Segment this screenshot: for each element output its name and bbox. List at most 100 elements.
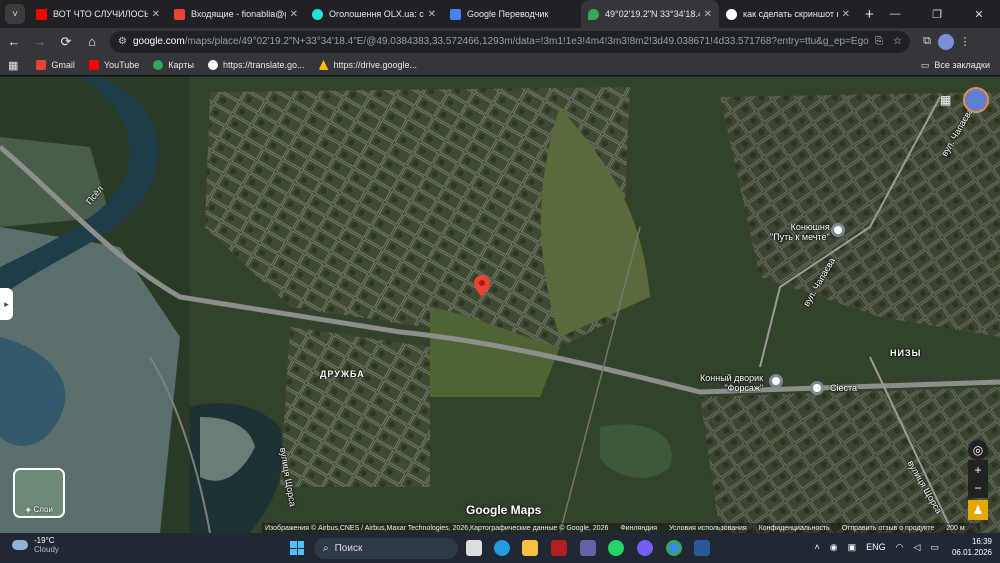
close-window-button[interactable]: ✕ xyxy=(958,0,1000,28)
url-text: google.com/maps/place/49°02'19.2"N+33°34… xyxy=(132,36,870,47)
scale-bar[interactable]: 200 м xyxy=(946,525,964,532)
google-apps-icon[interactable]: ▦ xyxy=(940,93,951,107)
address-bar[interactable]: ⚙ google.com/maps/place/49°02'19.2"N+33°… xyxy=(110,30,910,53)
windows-start-icon[interactable] xyxy=(290,541,304,555)
language-indicator[interactable]: ENG xyxy=(866,542,886,552)
search-icon: ⌕ xyxy=(323,543,329,554)
expand-side-panel-button[interactable]: ▸ xyxy=(0,288,13,320)
tab-title: Оголошення OLX.ua: серв xyxy=(329,9,424,19)
zoom-in-button[interactable]: + xyxy=(968,460,988,480)
tab-maps-active[interactable]: 49°02'19.2"N 33°34'18.4"E ✕ xyxy=(581,0,719,28)
task-view-icon[interactable] xyxy=(466,540,482,556)
bookmark-gmail[interactable]: Gmail xyxy=(36,60,75,70)
tab-translate[interactable]: Google Переводчик xyxy=(443,0,581,28)
poi-marker-siesta[interactable] xyxy=(810,381,824,395)
poi-marker-stable[interactable] xyxy=(831,223,845,237)
word-icon[interactable] xyxy=(694,540,710,556)
map-attribution-bar: Изображения © Airbus,CNES / Airbus,Maxar… xyxy=(262,523,980,533)
window-controls: — ❐ ✕ xyxy=(874,0,1000,28)
tray-app-icon[interactable]: ▣ xyxy=(848,542,857,553)
temperature: -19°C xyxy=(34,536,55,545)
close-tab-icon[interactable]: ✕ xyxy=(428,9,436,20)
tab-google-search[interactable]: как сделать скриншот на ✕ xyxy=(719,0,857,28)
layers-label: ◈ Слои xyxy=(25,505,53,514)
tab-strip: ˅ ВОТ ЧТО СЛУЧИЛОСЬ С Г ✕ Входящие - fio… xyxy=(0,0,1000,28)
close-tab-icon[interactable]: ✕ xyxy=(152,9,160,20)
extensions-icon[interactable]: ⧉ xyxy=(916,31,938,53)
close-tab-icon[interactable]: ✕ xyxy=(290,9,298,20)
media-app-icon[interactable] xyxy=(551,540,567,556)
tab-gmail[interactable]: Входящие - fionablia@gm ✕ xyxy=(167,0,305,28)
whatsapp-icon[interactable] xyxy=(608,540,624,556)
home-button[interactable]: ⌂ xyxy=(80,30,104,54)
edge-icon[interactable] xyxy=(494,540,510,556)
privacy-link[interactable]: Конфиденциальность xyxy=(759,525,830,532)
terms-link[interactable]: Условия использования xyxy=(669,525,747,532)
bookmark-drive[interactable]: https://drive.google... xyxy=(318,60,417,70)
feedback-link[interactable]: Отправить отзыв о продукте xyxy=(842,525,935,532)
pegman-icon[interactable]: ♟ xyxy=(968,500,988,520)
bookmark-star-icon[interactable]: ☆ xyxy=(893,36,902,47)
new-tab-button[interactable]: + xyxy=(865,6,874,23)
profile-avatar[interactable] xyxy=(938,33,954,50)
zoom-out-button[interactable]: − xyxy=(968,478,988,498)
forward-button[interactable]: → xyxy=(28,30,52,54)
maps-icon xyxy=(153,60,164,70)
close-tab-icon[interactable]: ✕ xyxy=(704,9,712,20)
tab-title: Входящие - fionablia@gm xyxy=(191,9,286,19)
wifi-icon[interactable]: ◠ xyxy=(896,542,904,553)
region-link[interactable]: Финляндия xyxy=(620,525,657,532)
account-avatar[interactable] xyxy=(963,87,989,113)
gmail-icon xyxy=(174,8,185,20)
tray-app-icon[interactable]: ◉ xyxy=(830,542,838,553)
cloud-icon xyxy=(12,540,28,550)
location-pin-icon[interactable] xyxy=(474,275,490,297)
bookmark-youtube[interactable]: YouTube xyxy=(88,60,139,70)
teams-icon[interactable] xyxy=(580,540,596,556)
google-maps-logo: Google Maps xyxy=(466,503,542,517)
chevron-up-icon[interactable]: ˄ xyxy=(815,542,820,552)
search-placeholder: Поиск xyxy=(334,543,363,554)
poi-label-horse-yard[interactable]: Конный дворик "Форсаж" xyxy=(700,373,763,393)
district-label-druzhba: ДРУЖБА xyxy=(320,369,365,379)
back-button[interactable]: ← xyxy=(2,30,26,54)
tab-title: 49°02'19.2"N 33°34'18.4"E xyxy=(605,9,700,19)
chrome-icon[interactable] xyxy=(666,540,682,556)
bookmark-translate[interactable]: https://translate.go... xyxy=(207,60,305,70)
install-app-icon[interactable]: ⎘ xyxy=(875,36,883,47)
poi-marker-horse-yard[interactable] xyxy=(769,374,783,388)
weather-condition: Cloudy xyxy=(34,545,59,554)
system-tray: ˄ ◉ ▣ ENG ◠ ◁ ▭ 16:39 06.01.2026 xyxy=(810,536,993,558)
file-explorer-icon[interactable] xyxy=(522,540,538,556)
youtube-icon xyxy=(88,60,99,70)
minimize-button[interactable]: — xyxy=(874,0,916,28)
layers-button[interactable]: ◈ Слои xyxy=(13,468,65,518)
viber-icon[interactable] xyxy=(637,540,653,556)
volume-icon[interactable]: ◁ xyxy=(914,542,921,553)
poi-label-siesta[interactable]: Сіеста xyxy=(830,383,857,393)
date: 06.01.2026 xyxy=(951,548,992,557)
close-tab-icon[interactable]: ✕ xyxy=(842,9,850,20)
reload-button[interactable]: ⟳ xyxy=(54,30,78,54)
poi-label-stable[interactable]: Конюшня "Путь к мечте" xyxy=(770,222,830,242)
battery-icon[interactable]: ▭ xyxy=(930,542,939,553)
windows-taskbar: -19°C Cloudy ⌕ Поиск ˄ ◉ ▣ ENG ◠ ◁ ▭ 16:… xyxy=(0,533,1000,563)
weather-widget[interactable]: -19°C Cloudy xyxy=(12,536,59,554)
apps-grid-icon: ▦ xyxy=(8,59,19,72)
tab-olx[interactable]: Оголошення OLX.ua: серв ✕ xyxy=(305,0,443,28)
site-info-icon[interactable]: ⚙ xyxy=(118,36,127,47)
apps-grid-bookmark[interactable]: ▦ xyxy=(8,59,18,72)
tab-search-button[interactable]: ˅ xyxy=(5,4,25,24)
clock[interactable]: 16:39 06.01.2026 xyxy=(952,536,992,558)
maps-pin-icon xyxy=(588,8,599,20)
browser-toolbar: ← → ⟳ ⌂ ⚙ google.com/maps/place/49°02'19… xyxy=(0,28,1000,55)
taskbar-search[interactable]: ⌕ Поиск xyxy=(314,538,458,559)
my-location-button[interactable]: ◎ xyxy=(968,440,988,460)
tab-youtube[interactable]: ВОТ ЧТО СЛУЧИЛОСЬ С Г ✕ xyxy=(29,0,167,28)
restore-button[interactable]: ❐ xyxy=(916,0,958,28)
menu-dots-icon[interactable]: ⋮ xyxy=(954,31,976,53)
bookmark-maps[interactable]: Карты xyxy=(153,60,194,70)
google-icon xyxy=(726,8,737,20)
satellite-map[interactable]: ▸ Псёл ДРУЖБА НИЗЫ Конюшня "Путь к мечте… xyxy=(0,77,1000,533)
all-bookmarks[interactable]: ▭ Все закладки xyxy=(921,60,990,71)
